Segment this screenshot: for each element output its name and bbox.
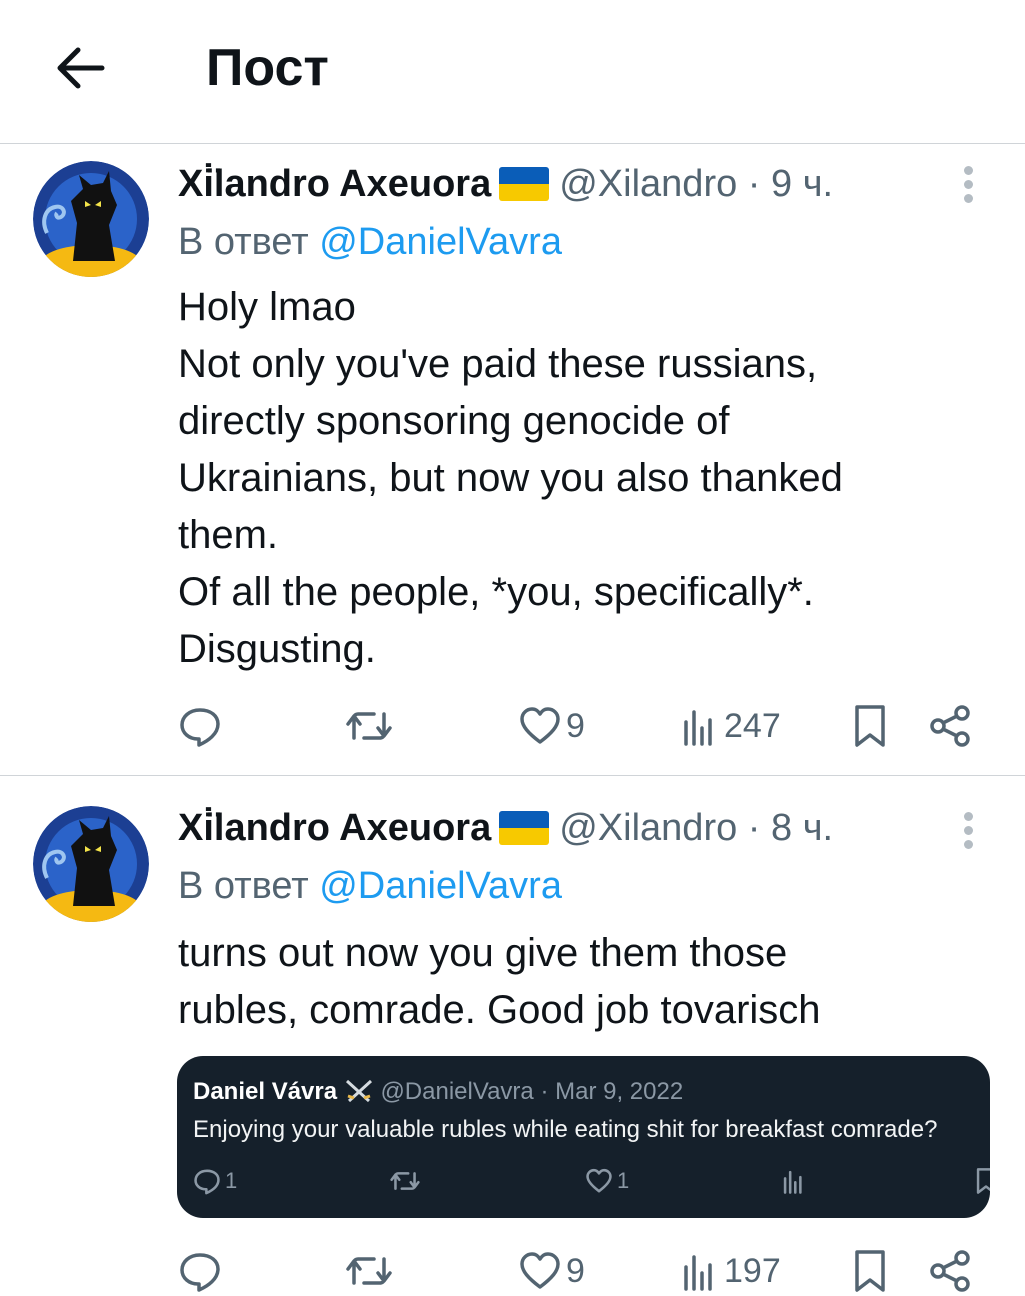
separator-dot: · (747, 807, 761, 849)
avatar[interactable] (33, 161, 149, 277)
text-line: Ukrainians, but now you also thanked (178, 456, 843, 500)
crossed-swords-icon (345, 1079, 372, 1103)
bookmark-button[interactable] (852, 701, 888, 751)
like-button[interactable]: 9 (518, 1246, 585, 1296)
quote-views (781, 1166, 807, 1196)
bar-chart-icon (783, 1170, 802, 1194)
black-cat-avatar-icon (33, 161, 149, 277)
post-text: Holy lmao Not only you've paid these rus… (178, 279, 978, 678)
post-time[interactable]: 9 ч. (771, 163, 833, 205)
retweet-arrows-icon (346, 712, 392, 740)
share-icon (930, 705, 970, 747)
text-line: Disgusting. (178, 627, 376, 671)
reply-to-link[interactable]: @DanielVavra (319, 221, 562, 263)
reply-button[interactable] (178, 1246, 222, 1296)
back-arrow-icon[interactable] (52, 40, 108, 96)
post-text: turns out now you give them those rubles… (178, 925, 978, 1039)
separator-dot: · (540, 1078, 549, 1105)
like-count: 9 (566, 706, 585, 745)
quote-text: Enjoying your valuable rubles while eati… (193, 1116, 938, 1143)
top-bar: Пост (0, 0, 1025, 144)
black-cat-avatar-icon (33, 806, 149, 922)
share-icon (930, 1250, 970, 1292)
text-line: them. (178, 513, 279, 557)
more-options-icon[interactable] (960, 166, 976, 206)
tweet[interactable]: Xi̇̈landro Axeuora @Xilandro · 8 ч. В отв… (0, 776, 1025, 1292)
speech-bubble-icon (180, 708, 220, 747)
text-line: Not only you've paid these russians, (178, 342, 818, 386)
author-row: Xi̇̈landro Axeuora @Xilandro · 8 ч. (178, 806, 833, 850)
quote-author-name: Daniel Vávra (193, 1078, 338, 1105)
action-bar: 9 197 (0, 1246, 1025, 1296)
quote-retweet-count (389, 1166, 421, 1196)
quote-replies-number: 1 (225, 1168, 238, 1193)
views-button[interactable]: 247 (680, 701, 781, 751)
like-count: 9 (566, 1251, 585, 1290)
reply-button[interactable] (178, 701, 222, 751)
ukraine-flag-icon (499, 167, 550, 201)
quote-header: Daniel Vávra @DanielVavra · Mar 9, 2022 (193, 1078, 683, 1106)
bookmark-button[interactable] (852, 1246, 888, 1296)
quote-date: Mar 9, 2022 (555, 1078, 684, 1105)
heart-icon (520, 1252, 560, 1289)
retweet-arrows-icon (390, 1172, 420, 1190)
text-line: directly sponsoring genocide of (178, 399, 730, 443)
author-row: Xi̇̈landro Axeuora @Xilandro · 9 ч. (178, 162, 833, 206)
quote-reply-count: 1 (193, 1166, 237, 1196)
quote-likes-number: 1 (617, 1168, 630, 1193)
action-bar: 9 247 (0, 701, 1025, 751)
ukraine-flag-icon (499, 811, 550, 845)
retweet-button[interactable] (344, 701, 394, 751)
reply-prefix: В ответ (178, 221, 309, 263)
heart-icon (520, 707, 560, 744)
avatar[interactable] (33, 806, 149, 922)
author-name[interactable]: Xi̇̈landro Axeuora (178, 163, 491, 205)
bookmark-icon (855, 705, 885, 747)
author-handle[interactable]: @Xilandro (559, 163, 737, 205)
views-button[interactable]: 197 (680, 1246, 781, 1296)
bookmark-icon (855, 1250, 885, 1292)
quote-bookmark (975, 1166, 990, 1196)
share-button[interactable] (928, 701, 972, 751)
text-line: Holy lmao (178, 285, 356, 329)
author-name[interactable]: Xi̇̈landro Axeuora (178, 807, 491, 849)
bookmark-icon (976, 1168, 990, 1194)
more-options-icon[interactable] (960, 812, 976, 852)
post-time[interactable]: 8 ч. (771, 807, 833, 849)
speech-bubble-icon (180, 1253, 220, 1292)
page-title: Пост (206, 39, 329, 97)
reply-to-line: В ответ @DanielVavra (178, 864, 562, 908)
view-count: 197 (724, 1251, 781, 1290)
reply-to-link[interactable]: @DanielVavra (319, 865, 562, 907)
text-line: rubles, comrade. Good job tovarisch (178, 988, 821, 1032)
reply-prefix: В ответ (178, 865, 309, 907)
reply-to-line: В ответ @DanielVavra (178, 220, 562, 264)
retweet-button[interactable] (344, 1246, 394, 1296)
share-button[interactable] (928, 1246, 972, 1296)
text-line: Of all the people, *you, specifically*. (178, 570, 814, 614)
text-line: turns out now you give them those (178, 931, 788, 975)
quote-author-handle: @DanielVavra (380, 1078, 534, 1105)
bar-chart-icon (684, 1255, 712, 1291)
quoted-tweet[interactable]: Daniel Vávra @DanielVavra · Mar 9, 2022 … (177, 1056, 990, 1218)
heart-icon (586, 1168, 612, 1193)
view-count: 247 (724, 706, 781, 745)
separator-dot: · (747, 163, 761, 205)
bar-chart-icon (684, 710, 712, 746)
author-handle[interactable]: @Xilandro (559, 807, 737, 849)
tweet[interactable]: Xi̇̈landro Axeuora @Xilandro · 9 ч. В отв… (0, 144, 1025, 776)
retweet-arrows-icon (346, 1257, 392, 1285)
like-button[interactable]: 9 (518, 701, 585, 751)
quote-like-count: 1 (585, 1166, 629, 1196)
speech-bubble-icon (194, 1169, 220, 1195)
